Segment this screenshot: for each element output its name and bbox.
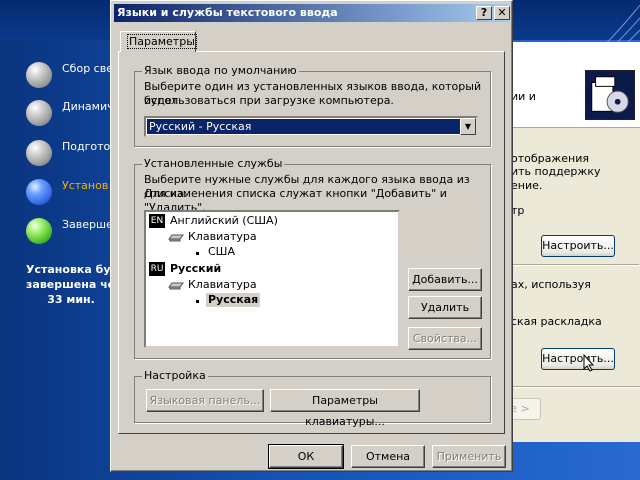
ok-button[interactable]: ОК — [268, 444, 344, 469]
step-pending-orb-icon — [26, 218, 52, 244]
window-header: ии и — [499, 42, 640, 128]
time-remaining-line2: завершена чер — [26, 278, 116, 291]
back-text-5: ах, используя — [511, 278, 591, 291]
back-text-1: отображения — [511, 152, 590, 165]
language-bar-button[interactable]: Языковая панель... — [146, 389, 264, 412]
cancel-button[interactable]: Отмена — [351, 445, 425, 468]
group-legend: Язык ввода по умолчанию — [142, 64, 299, 77]
default-language-desc-2: использоваться при загрузке компьютера. — [144, 94, 394, 107]
configure-languages-button[interactable]: Настроить... — [541, 348, 615, 370]
tree-item-keyboard[interactable]: Клавиатура — [188, 230, 257, 244]
header-text: ии и — [511, 90, 536, 103]
time-remaining-line1: Установка буд — [26, 263, 116, 276]
mouse-cursor-icon — [583, 354, 595, 372]
group-legend: Установленные службы — [142, 157, 285, 170]
step-done-orb-icon — [26, 100, 52, 126]
add-button[interactable]: Добавить... — [408, 268, 482, 291]
keyboard-settings-button[interactable]: Параметры клавиатуры... — [270, 389, 420, 428]
default-language-selected: Русский - Русская — [147, 119, 460, 134]
bullet-icon — [196, 300, 199, 303]
back-text-2: ить поддержку — [511, 165, 601, 178]
chevron-down-icon[interactable]: ▼ — [460, 118, 476, 135]
tree-item-keyboard[interactable]: Клавиатура — [188, 278, 257, 292]
keyboard-icon — [168, 234, 184, 242]
dialog-title: Языки и службы текстового ввода — [114, 4, 509, 22]
divider — [511, 264, 639, 266]
tree-item-russian[interactable]: Русский — [170, 262, 221, 276]
properties-button[interactable]: Свойства... — [408, 327, 482, 350]
tab-settings[interactable]: Параметры — [120, 31, 197, 52]
tree-item-english[interactable]: Английский (США) — [170, 214, 278, 228]
apply-button[interactable]: Применить — [432, 445, 506, 468]
configure-regional-button[interactable]: Настроить... — [541, 235, 615, 257]
back-text-3: ение. — [511, 179, 543, 192]
installed-services-tree[interactable]: EN Английский (США) Клавиатура США RU Ру… — [144, 210, 400, 348]
back-text-6: ская раскладка — [511, 315, 602, 328]
tree-item-layout-russian[interactable]: Русская — [206, 293, 261, 307]
regional-settings-window: ии и отображения ить поддержку ение. тр … — [498, 42, 640, 442]
divider — [499, 386, 640, 388]
step-done-orb-icon — [26, 62, 52, 88]
keyboard-icon — [168, 282, 184, 290]
bullet-icon — [196, 252, 199, 255]
help-button[interactable]: ? — [476, 6, 492, 20]
tab-settings-label: Параметры — [127, 34, 197, 49]
close-button[interactable]: ✕ — [494, 6, 510, 20]
default-language-select[interactable]: Русский - Русская ▼ — [144, 116, 478, 137]
tree-item-layout-us[interactable]: США — [208, 245, 235, 259]
language-code-badge: RU — [149, 262, 165, 276]
regional-settings-icon — [585, 70, 635, 120]
remove-button[interactable]: Удалить — [408, 296, 482, 319]
group-legend: Настройка — [142, 369, 208, 382]
step-active-orb-icon — [26, 179, 52, 205]
time-remaining-value: 33 мин. — [47, 293, 95, 306]
back-text-4: тр — [511, 204, 525, 217]
time-remaining: Установка буд завершена чер 33 мин. — [26, 262, 116, 307]
step-done-orb-icon — [26, 140, 52, 166]
language-code-badge: EN — [149, 214, 165, 228]
